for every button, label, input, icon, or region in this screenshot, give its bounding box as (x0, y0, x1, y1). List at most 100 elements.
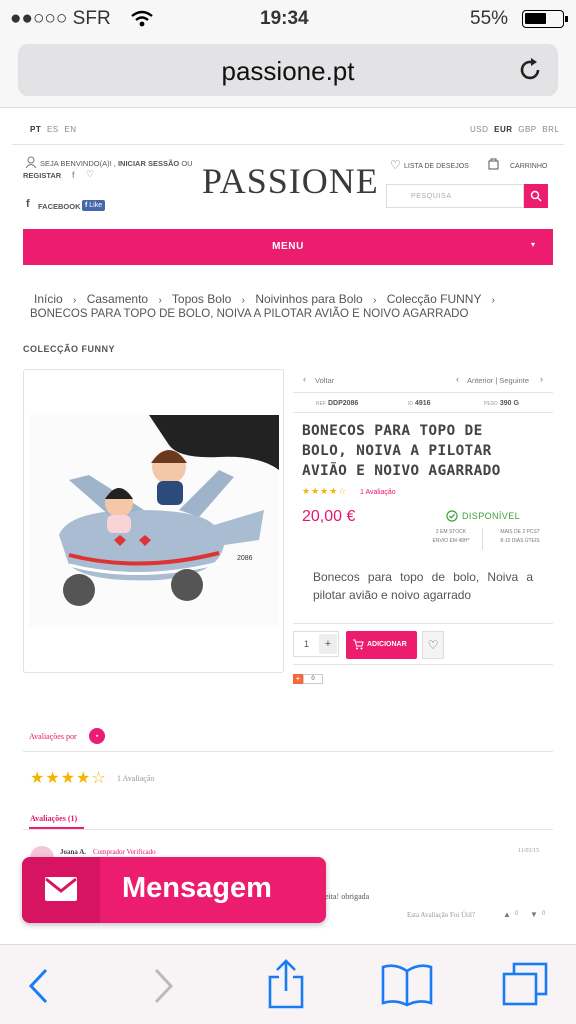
review-author: Joana A. (60, 848, 87, 856)
heart-icon[interactable]: ♡ (390, 158, 401, 172)
cart-link[interactable]: CARRINHO (510, 163, 547, 170)
site-logo[interactable]: PASSIONE (202, 160, 379, 201)
add-to-cart-label: ADICIONAR (367, 641, 407, 648)
id-info: ID 4916 (408, 400, 431, 407)
more-line1: MAIS DE 2 PCS? (500, 529, 540, 535)
breadcrumb-item-noivinhos[interactable]: Noivinhos para Bolo (255, 292, 362, 306)
currency-usd[interactable]: USD (470, 125, 488, 134)
facebook-small-icon[interactable]: f (72, 170, 75, 180)
clock: 19:34 (260, 8, 309, 29)
browser-toolbar (0, 944, 576, 1024)
helpful-question: Esta Avaliação Foi Útil? (407, 911, 476, 919)
currency-brl[interactable]: BRL (542, 125, 559, 134)
currency-gbp[interactable]: GBP (518, 125, 536, 134)
thumbs-up-icon[interactable]: ▲ (503, 910, 511, 919)
twitter-small-icon[interactable]: ♡ (86, 169, 94, 180)
chevron-down-icon: ▾ (531, 240, 536, 249)
breadcrumb-item-inicio[interactable]: Início (34, 292, 63, 306)
thumbs-down-icon[interactable]: ▼ (530, 910, 538, 919)
share-count: 0 (303, 674, 323, 684)
welcome-text: SEJA BENVINDO(A)! (40, 159, 112, 168)
wishlist-link[interactable]: LISTA DE DESEJOS (404, 163, 469, 170)
ref-info: REF DDP2086 (316, 400, 358, 407)
like-label: Like (89, 202, 103, 209)
reviews-link[interactable]: 1 Avaliação (360, 489, 396, 496)
id-label: ID (408, 401, 413, 407)
breadcrumb-item-casamento[interactable]: Casamento (87, 292, 148, 306)
quantity-stepper[interactable]: 1 + (293, 631, 339, 657)
check-circle-icon (446, 510, 458, 522)
availability-status: DISPONÍVEL (462, 511, 521, 521)
menu-bar[interactable]: MENU ▾ (23, 229, 553, 265)
stock-line1: 2 EM STOCK (435, 529, 467, 535)
thumbs-down-count: 0 (542, 911, 546, 917)
wifi-icon (131, 10, 153, 27)
stock-line2: ENVIO EM 48H* (432, 538, 470, 544)
product-description: Bonecos para topo de bolo, Noiva a pilot… (313, 570, 533, 602)
heart-outline-icon: ♡ (427, 638, 439, 652)
cart-icon[interactable] (488, 158, 499, 170)
web-page: PT ES EN USD EUR GBP BRL SEJA BENVINDO(A… (0, 108, 576, 944)
more-line2: 8-10 DIAS ÚTEIS (500, 538, 540, 544)
weight-value: 390 G (499, 400, 519, 407)
reviews-link-label: 1 Avaliação (360, 489, 396, 496)
lang-en[interactable]: EN (64, 125, 76, 134)
envelope-icon (45, 877, 77, 901)
prev-chevron-icon: ‹ (456, 374, 459, 384)
back-chevron-icon: ‹ (303, 374, 306, 384)
rating-stars: ★★★★☆ (302, 486, 348, 496)
user-icon (25, 156, 37, 168)
login-link[interactable]: INICIAR SESSÃO (118, 159, 179, 168)
product-image-card[interactable]: 2086 (23, 369, 284, 673)
id-value: 4916 (414, 400, 431, 407)
wishlist-button[interactable]: ♡ (422, 631, 444, 659)
message-chat-button[interactable]: Mensagem (22, 857, 326, 923)
reviews-stars: ★★★★☆ (30, 770, 107, 787)
back-icon[interactable] (26, 967, 52, 1005)
cart-add-icon (353, 639, 364, 650)
lang-es[interactable]: ES (47, 125, 59, 134)
collection-title: COLECÇÃO FUNNY (23, 344, 115, 354)
forward-icon[interactable] (150, 967, 176, 1005)
add-to-cart-button[interactable]: ADICIONAR (346, 631, 417, 659)
currency-eur[interactable]: EUR (494, 125, 512, 134)
lang-pt[interactable]: PT (30, 125, 41, 134)
back-link[interactable]: Voltar (315, 376, 334, 385)
status-bar: ●●○○○ SFR 19:34 55% (0, 0, 576, 38)
currency-switcher: USD EUR GBP BRL (470, 125, 559, 134)
quantity-value[interactable]: 1 (304, 639, 309, 649)
breadcrumb-current: BONECOS PARA TOPO DE BOLO, NOIVA A PILOT… (30, 308, 469, 320)
ref-value: DDP2086 (327, 400, 359, 407)
search-icon (530, 190, 542, 202)
facebook-like-button[interactable]: f Like (82, 200, 106, 211)
tabs-icon[interactable] (500, 961, 550, 1007)
quantity-increase-button[interactable]: + (319, 634, 337, 654)
next-chevron-icon: › (540, 374, 543, 384)
reviews-provider-logo: ★ (89, 728, 105, 744)
battery-icon (522, 10, 568, 28)
tab-reviews[interactable]: Avaliações (1) (30, 814, 77, 823)
reviews-count: 1 Avaliação (117, 774, 155, 783)
product-price: 20,00 € (302, 508, 356, 525)
logo-text: PASSIONE (202, 161, 379, 201)
bookmarks-icon[interactable] (380, 963, 434, 1007)
weight-label: PESO (484, 401, 498, 407)
review-body: eita! obrigada (325, 892, 370, 901)
prev-next-links[interactable]: Anterior | Seguinte (467, 376, 529, 385)
reload-icon[interactable] (518, 57, 544, 83)
breadcrumb-item-topos-bolo[interactable]: Topos Bolo (172, 292, 231, 306)
account-links: SEJA BENVINDO(A)! , INICIAR SESSÃO OU (40, 159, 193, 168)
share-icon[interactable] (266, 959, 306, 1009)
browser-address-bar: passione.pt (0, 38, 576, 108)
share-plus-icon[interactable]: + (293, 674, 303, 684)
carrier: ●●○○○ SFR (10, 8, 111, 29)
search-input[interactable]: PESQUISA (386, 184, 524, 208)
search-button[interactable] (524, 184, 548, 208)
register-link[interactable]: REGISTAR (23, 171, 61, 180)
product-image: 2086 (29, 415, 279, 627)
battery-percent: 55% (470, 8, 509, 29)
facebook-label: FACEBOOK (38, 202, 81, 211)
url-field[interactable]: passione.pt (18, 44, 558, 96)
facebook-icon: f (26, 198, 30, 210)
breadcrumb-item-colecao[interactable]: Colecção FUNNY (387, 292, 481, 306)
